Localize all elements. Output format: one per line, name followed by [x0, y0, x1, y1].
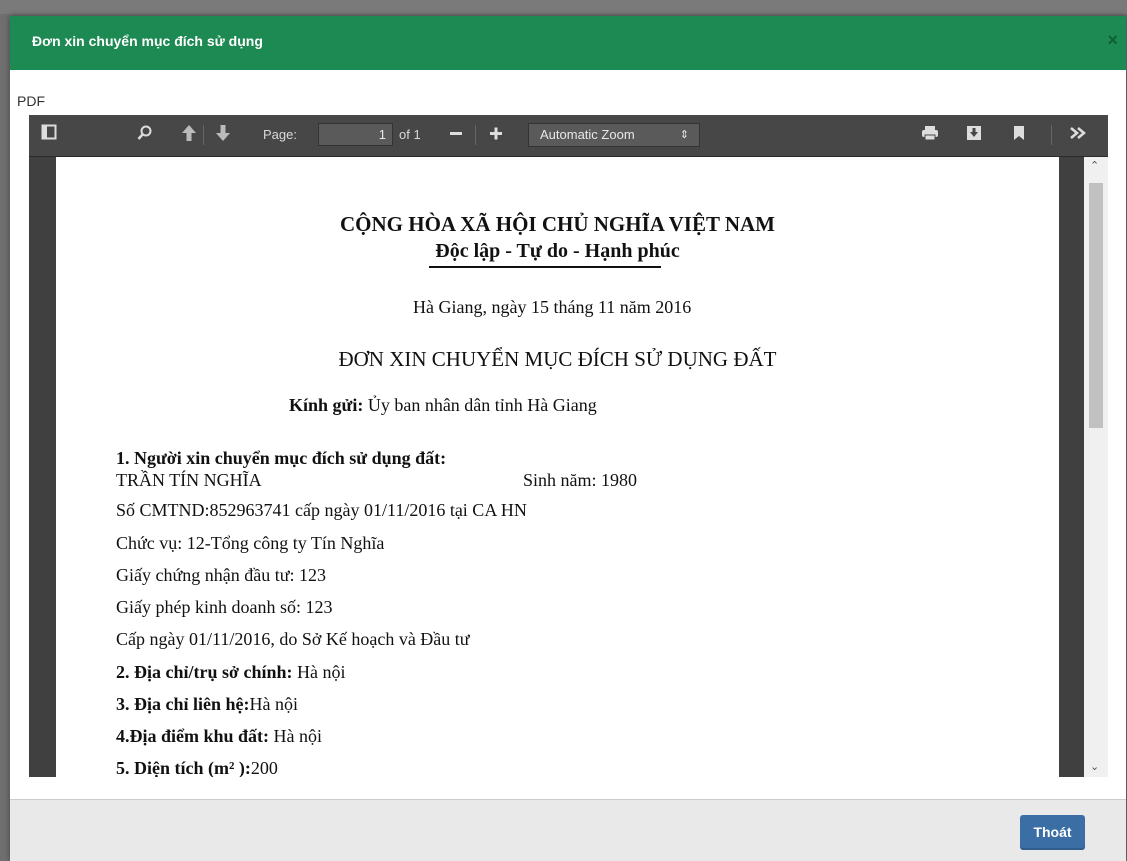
page-count-label: of 1 [399, 127, 421, 142]
toolbar-separator [203, 125, 204, 145]
scrollbar-thumb[interactable] [1089, 183, 1103, 428]
section4-label: 4.Địa điểm khu đất: [116, 726, 270, 746]
recipient-label: Kính gửi: [289, 395, 364, 415]
next-page-icon[interactable] [215, 124, 231, 145]
previous-page-icon[interactable] [181, 124, 197, 145]
recipient-line: Kính gửi: Ủy ban nhân dân tỉnh Hà Giang [289, 395, 597, 416]
pdf-page: CỘNG HÒA XÃ HỘI CHỦ NGHĨA VIỆT NAM Độc l… [56, 157, 1059, 777]
national-title: CỘNG HÒA XÃ HỘI CHỦ NGHĨA VIỆT NAM [339, 212, 776, 236]
chevron-updown-icon: ⇕ [679, 129, 689, 141]
motto-underline [429, 266, 661, 268]
tools-icon[interactable] [1069, 124, 1087, 145]
print-icon[interactable] [921, 125, 939, 144]
download-icon[interactable] [966, 125, 982, 144]
section2-value: Hà nội [296, 662, 346, 682]
bookmark-icon[interactable] [1013, 125, 1025, 144]
recipient-value: Ủy ban nhân dân tỉnh Hà Giang [367, 395, 597, 415]
national-motto: Độc lập - Tự do - Hạnh phúc [435, 240, 680, 262]
scroll-down-icon[interactable]: ⌄ [1090, 760, 1099, 773]
pdf-viewer: Page: 1 of 1 Automatic Zoom ⇕ CỘNG HÒA X… [29, 115, 1108, 777]
section2-line: 2. Địa chỉ/trụ sở chính: Hà nội [116, 662, 345, 683]
form-title: ĐƠN XIN CHUYỂN MỤC ĐÍCH SỬ DỤNG ĐẤT [338, 347, 777, 371]
modal-header: Đơn xin chuyển mục đích sử dụng × [10, 16, 1126, 70]
zoom-select-value: Automatic Zoom [540, 127, 635, 142]
section3-value: Hà nội [249, 694, 299, 714]
search-icon[interactable] [137, 125, 153, 144]
exit-button[interactable]: Thoát [1020, 815, 1085, 850]
investment-cert-line: Giấy chứng nhận đầu tư: 123 [116, 565, 326, 585]
section3-line: 3. Địa chỉ liên hệ:Hà nội [116, 694, 298, 715]
toolbar-separator [1051, 125, 1052, 145]
business-license-line: Giấy phép kinh doanh số: 123 [116, 597, 333, 617]
document-viewport[interactable]: CỘNG HÒA XÃ HỘI CHỦ NGHĨA VIỆT NAM Độc l… [29, 157, 1084, 777]
section5-label: 5. Diện tích (m² ): [116, 758, 251, 777]
zoom-out-icon[interactable] [449, 124, 463, 145]
pdf-toolbar: Page: 1 of 1 Automatic Zoom ⇕ [29, 115, 1108, 157]
issued-line: Cấp ngày 01/11/2016, do Sở Kế hoạch và Đ… [116, 629, 470, 649]
page-label: Page: [263, 127, 297, 142]
sidebar-toggle-icon[interactable] [41, 124, 57, 143]
vertical-scrollbar[interactable]: ⌃ ⌄ [1084, 157, 1108, 777]
place-date: Hà Giang, ngày 15 tháng 11 năm 2016 [413, 297, 692, 317]
id-line: Số CMTND:852963741 cấp ngày 01/11/2016 t… [116, 500, 527, 520]
toolbar-separator [475, 125, 476, 145]
modal-title: Đơn xin chuyển mục đích sử dụng [32, 33, 263, 49]
page-number-input[interactable]: 1 [318, 123, 393, 146]
section5-line: 5. Diện tích (m² ):200 [116, 758, 278, 777]
position-line: Chức vụ: 12-Tổng công ty Tín Nghĩa [116, 533, 385, 553]
applicant-name: TRẦN TÍN NGHĨA [116, 470, 262, 490]
birth-year: Sinh năm: 1980 [523, 470, 638, 490]
section4-line: 4.Địa điểm khu đất: Hà nội [116, 726, 322, 747]
section1-title: 1. Người xin chuyển mục đích sử dụng đất… [116, 448, 447, 468]
close-icon[interactable]: × [1107, 30, 1118, 51]
modal-footer: Thoát [10, 799, 1126, 861]
background-page-strip [0, 0, 1127, 14]
zoom-in-icon[interactable] [489, 124, 503, 145]
section5-value: 200 [250, 758, 278, 777]
section3-label: 3. Địa chỉ liên hệ: [116, 694, 250, 714]
section2-label: 2. Địa chỉ/trụ sở chính: [116, 662, 293, 682]
zoom-select[interactable]: Automatic Zoom ⇕ [528, 123, 700, 147]
pdf-label: PDF [17, 93, 45, 109]
scroll-up-icon[interactable]: ⌃ [1090, 159, 1099, 172]
pdf-modal-dialog: Đơn xin chuyển mục đích sử dụng × PDF Pa… [10, 16, 1126, 861]
section4-value: Hà nội [273, 726, 323, 746]
